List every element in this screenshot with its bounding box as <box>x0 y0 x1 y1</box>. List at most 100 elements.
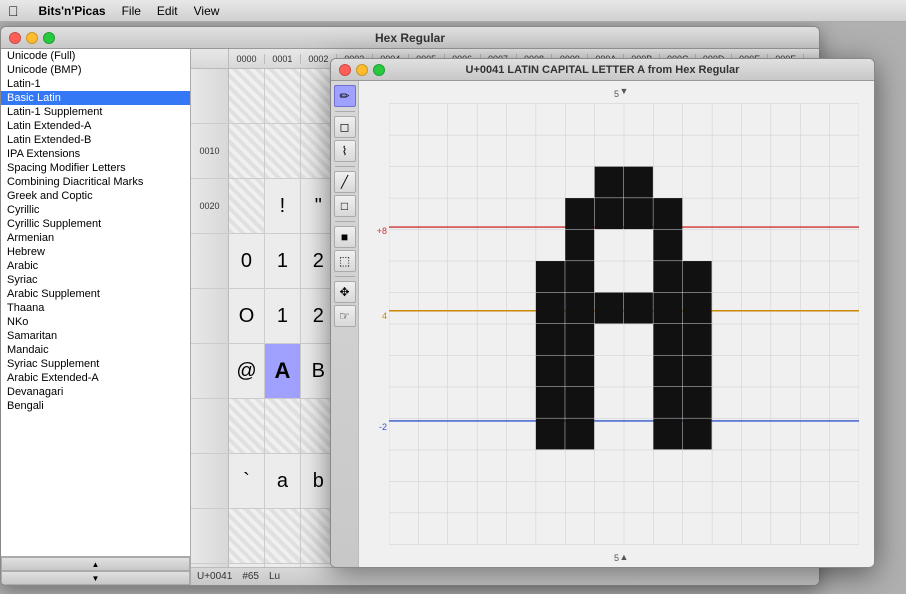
rect-fill-tool[interactable]: ■ <box>334 226 356 248</box>
glyph-min-button[interactable] <box>356 64 368 76</box>
unicode-list[interactable]: Unicode (Full)Unicode (BMP)Latin-1Basic … <box>1 49 190 556</box>
status-dec: #65 <box>242 571 259 582</box>
grid-cell-2-0[interactable] <box>229 179 265 233</box>
tool-separator <box>335 111 355 112</box>
menu-view[interactable]: View <box>194 4 220 18</box>
app-name[interactable]: Bits'n'Picas <box>39 4 106 18</box>
row-label-9 <box>191 564 229 567</box>
unicode-item-4[interactable]: Latin-1 Supplement <box>1 105 190 119</box>
tools-panel: ✏ ◻⌇ ╱□ ■⬚ ✥☞ <box>331 81 359 567</box>
glyph-close-button[interactable] <box>339 64 351 76</box>
grid-cell-8-0[interactable] <box>229 509 265 563</box>
line-tool[interactable]: ╱ <box>334 171 356 193</box>
menu-file[interactable]: File <box>122 4 141 18</box>
grid-cell-1-0[interactable] <box>229 124 265 178</box>
unicode-item-6[interactable]: Latin Extended-B <box>1 133 190 147</box>
row-label-7 <box>191 454 229 508</box>
unicode-item-13[interactable]: Armenian <box>1 231 190 245</box>
unicode-item-18[interactable]: Thaana <box>1 301 190 315</box>
bottom-label: 5 <box>614 553 619 563</box>
glyph-window: U+0041 LATIN CAPITAL LETTER A from Hex R… <box>330 58 875 568</box>
grid-cell-9-1[interactable]: q <box>265 564 301 567</box>
close-button[interactable] <box>9 32 21 44</box>
status-name: Lu <box>269 571 280 582</box>
main-window-title: Hex Regular <box>375 31 445 45</box>
move-tool[interactable]: ✥ <box>334 281 356 303</box>
top-label: 5 <box>614 89 619 99</box>
grid-cell-8-1[interactable] <box>265 509 301 563</box>
unicode-item-22[interactable]: Syriac Supplement <box>1 357 190 371</box>
row-label-5 <box>191 344 229 398</box>
top-ruler-label: ▼ <box>620 86 629 96</box>
grid-cell-5-0[interactable]: @ <box>229 344 265 398</box>
glyph-max-button[interactable] <box>373 64 385 76</box>
grid-cell-0-0[interactable] <box>229 69 265 123</box>
grid-cell-7-0[interactable]: ` <box>229 454 265 508</box>
unicode-item-15[interactable]: Arabic <box>1 259 190 273</box>
unicode-item-19[interactable]: NKo <box>1 315 190 329</box>
row-label-3 <box>191 234 229 288</box>
unicode-item-0[interactable]: Unicode (Full) <box>1 49 190 63</box>
maximize-button[interactable] <box>43 32 55 44</box>
pencil-tool[interactable]: ✏ <box>334 85 356 107</box>
select-tool[interactable]: ⬚ <box>334 250 356 272</box>
eraser-tool[interactable]: ◻ <box>334 116 356 138</box>
status-unicode: U+0041 <box>197 571 232 582</box>
glyph-window-title: U+0041 LATIN CAPITAL LETTER A from Hex R… <box>466 64 740 76</box>
grid-cell-1-1[interactable] <box>265 124 301 178</box>
unicode-item-1[interactable]: Unicode (BMP) <box>1 63 190 77</box>
minimize-button[interactable] <box>26 32 38 44</box>
unicode-item-14[interactable]: Hebrew <box>1 245 190 259</box>
grid-cell-2-1[interactable]: ! <box>265 179 301 233</box>
tool-separator <box>335 276 355 277</box>
hand-tool[interactable]: ☞ <box>334 305 356 327</box>
unicode-item-9[interactable]: Combining Diacritical Marks <box>1 175 190 189</box>
unicode-item-3[interactable]: Basic Latin <box>1 91 190 105</box>
grid-cell-4-1[interactable]: 1 <box>265 289 301 343</box>
unicode-item-21[interactable]: Mandaic <box>1 343 190 357</box>
unicode-item-2[interactable]: Latin-1 <box>1 77 190 91</box>
scroll-down-arrow[interactable]: ▼ <box>1 571 190 585</box>
unicode-item-17[interactable]: Arabic Supplement <box>1 287 190 301</box>
grid-cell-3-0[interactable]: 0 <box>229 234 265 288</box>
grid-cell-0-1[interactable] <box>265 69 301 123</box>
canvas-area[interactable]: ▼ 5 ▲ 5 +84-2 <box>359 81 874 567</box>
baseline-minus2-label: -2 <box>379 422 387 432</box>
row-label-8 <box>191 509 229 563</box>
scroll-up-arrow[interactable]: ▲ <box>1 557 190 571</box>
grid-cell-6-1[interactable] <box>265 399 301 453</box>
ruler-top: ▼ <box>389 81 859 101</box>
ruler-bottom: ▲ <box>389 547 859 567</box>
unicode-item-16[interactable]: Syriac <box>1 273 190 287</box>
grid-cell-7-1[interactable]: a <box>265 454 301 508</box>
apple-menu[interactable]:  <box>8 3 19 19</box>
unicode-item-11[interactable]: Cyrillic <box>1 203 190 217</box>
header-spacer <box>191 49 229 68</box>
grid-cell-5-1[interactable]: A <box>265 344 301 398</box>
unicode-item-7[interactable]: IPA Extensions <box>1 147 190 161</box>
unicode-item-24[interactable]: Devanagari <box>1 385 190 399</box>
unicode-item-5[interactable]: Latin Extended-A <box>1 119 190 133</box>
right-axis <box>859 101 874 547</box>
scroll-arrows: ▲ ▼ <box>1 556 190 585</box>
glyph-editor-body: ✏ ◻⌇ ╱□ ■⬚ ✥☞ ▼ 5 ▲ 5 +84-2 <box>331 81 874 567</box>
grid-cell-4-0[interactable]: O <box>229 289 265 343</box>
rect-tool[interactable]: □ <box>334 195 356 217</box>
grid-cell-6-0[interactable] <box>229 399 265 453</box>
grid-cell-9-0[interactable]: p <box>229 564 265 567</box>
unicode-item-20[interactable]: Samaritan <box>1 329 190 343</box>
grid-cell-3-1[interactable]: 1 <box>265 234 301 288</box>
unicode-item-12[interactable]: Cyrillic Supplement <box>1 217 190 231</box>
glyph-traffic-lights <box>339 64 385 76</box>
eyedropper-tool[interactable]: ⌇ <box>334 140 356 162</box>
main-title-bar: Hex Regular <box>1 27 819 49</box>
unicode-item-25[interactable]: Bengali <box>1 399 190 413</box>
menu-edit[interactable]: Edit <box>157 4 178 18</box>
traffic-lights <box>9 32 55 44</box>
col-header-1: 0001 <box>265 54 301 64</box>
pixel-canvas-svg[interactable] <box>389 101 859 547</box>
row-label-0 <box>191 69 229 123</box>
unicode-item-8[interactable]: Spacing Modifier Letters <box>1 161 190 175</box>
unicode-item-10[interactable]: Greek and Coptic <box>1 189 190 203</box>
unicode-item-23[interactable]: Arabic Extended-A <box>1 371 190 385</box>
